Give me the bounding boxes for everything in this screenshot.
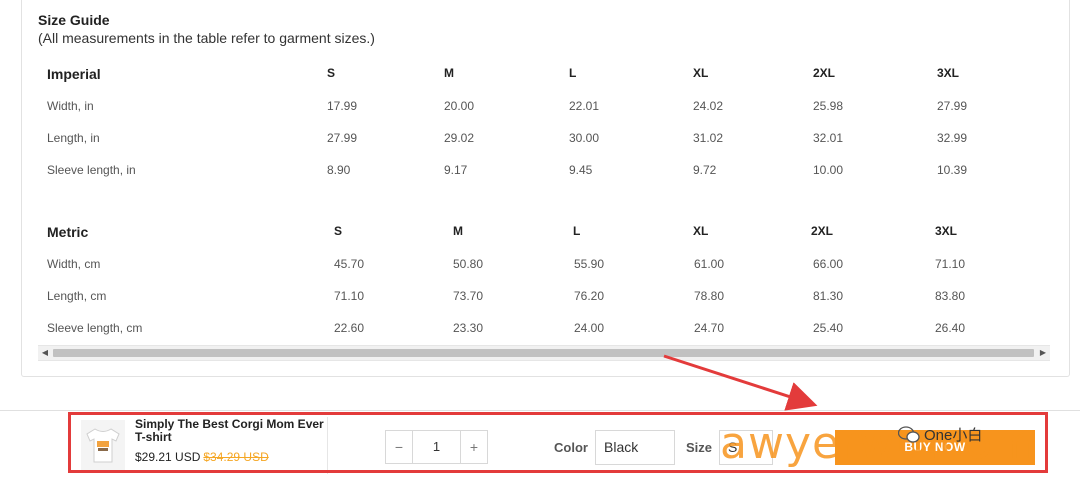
scrollbar-thumb[interactable] xyxy=(53,349,1034,357)
table-cell: 26.40 xyxy=(935,321,966,335)
row-label: Width, in xyxy=(47,99,94,113)
table-cell: 32.99 xyxy=(937,131,968,145)
size-guide-title: Size Guide xyxy=(38,12,110,28)
col-l: L xyxy=(569,66,577,80)
table-cell: 22.01 xyxy=(569,99,600,113)
imperial-heading: Imperial xyxy=(47,66,101,82)
table-cell: 66.00 xyxy=(813,257,844,271)
table-cell: 50.80 xyxy=(453,257,484,271)
table-cell: 10.00 xyxy=(813,163,844,177)
table-cell: 71.10 xyxy=(935,257,966,271)
table-cell: 83.80 xyxy=(935,289,966,303)
scroll-left-icon[interactable]: ◀ xyxy=(38,346,52,360)
scroll-right-icon[interactable]: ▶ xyxy=(1036,346,1050,360)
table-cell: 22.60 xyxy=(334,321,365,335)
col-xl: XL xyxy=(693,224,709,238)
table-cell: 17.99 xyxy=(327,99,358,113)
table-cell: 27.99 xyxy=(327,131,358,145)
table-row: Width, cm 45.70 50.80 55.90 61.00 66.00 … xyxy=(0,257,1060,277)
table-cell: 24.00 xyxy=(574,321,605,335)
table-cell: 32.01 xyxy=(813,131,844,145)
table-row: Sleeve length, cm 22.60 23.30 24.00 24.7… xyxy=(0,321,1060,341)
table-cell: 73.70 xyxy=(453,289,484,303)
col-m: M xyxy=(453,224,463,238)
table-cell: 76.20 xyxy=(574,289,605,303)
table-cell: 30.00 xyxy=(569,131,600,145)
table-cell: 8.90 xyxy=(327,163,351,177)
imperial-header-row: Imperial S M L XL 2XL 3XL xyxy=(0,66,1060,86)
table-cell: 25.98 xyxy=(813,99,844,113)
row-label: Length, in xyxy=(47,131,100,145)
table-cell: 27.99 xyxy=(937,99,968,113)
table-cell: 24.02 xyxy=(693,99,724,113)
metric-header-row: Metric S M L XL 2XL 3XL xyxy=(0,224,1060,244)
annotation-highlight-box xyxy=(68,412,1048,473)
table-cell: 9.45 xyxy=(569,163,593,177)
table-cell: 61.00 xyxy=(694,257,725,271)
table-cell: 20.00 xyxy=(444,99,475,113)
table-cell: 55.90 xyxy=(574,257,605,271)
col-3xl: 3XL xyxy=(937,66,960,80)
row-label: Sleeve length, in xyxy=(47,163,136,177)
col-2xl: 2XL xyxy=(813,66,836,80)
table-cell: 10.39 xyxy=(937,163,968,177)
table-row: Sleeve length, in 8.90 9.17 9.45 9.72 10… xyxy=(0,163,1060,183)
table-cell: 9.72 xyxy=(693,163,717,177)
col-s: S xyxy=(334,224,343,238)
table-cell: 31.02 xyxy=(693,131,724,145)
size-guide-subtitle: (All measurements in the table refer to … xyxy=(38,30,375,46)
table-cell: 81.30 xyxy=(813,289,844,303)
table-cell: 29.02 xyxy=(444,131,475,145)
col-2xl: 2XL xyxy=(811,224,834,238)
table-cell: 25.40 xyxy=(813,321,844,335)
col-m: M xyxy=(444,66,454,80)
col-s: S xyxy=(327,66,336,80)
table-cell: 24.70 xyxy=(694,321,725,335)
col-3xl: 3XL xyxy=(935,224,958,238)
row-label: Length, cm xyxy=(47,289,107,303)
row-label: Width, cm xyxy=(47,257,101,271)
table-cell: 9.17 xyxy=(444,163,468,177)
col-l: L xyxy=(573,224,581,238)
metric-heading: Metric xyxy=(47,224,89,240)
table-row: Length, cm 71.10 73.70 76.20 78.80 81.30… xyxy=(0,289,1060,309)
table-row: Width, in 17.99 20.00 22.01 24.02 25.98 … xyxy=(0,99,1060,119)
table-cell: 23.30 xyxy=(453,321,484,335)
table-cell: 45.70 xyxy=(334,257,365,271)
table-row: Length, in 27.99 29.02 30.00 31.02 32.01… xyxy=(0,131,1060,151)
table-cell: 78.80 xyxy=(694,289,725,303)
col-xl: XL xyxy=(693,66,709,80)
table-horizontal-scrollbar[interactable]: ◀ ▶ xyxy=(38,345,1050,361)
table-cell: 71.10 xyxy=(334,289,365,303)
row-label: Sleeve length, cm xyxy=(47,321,143,335)
